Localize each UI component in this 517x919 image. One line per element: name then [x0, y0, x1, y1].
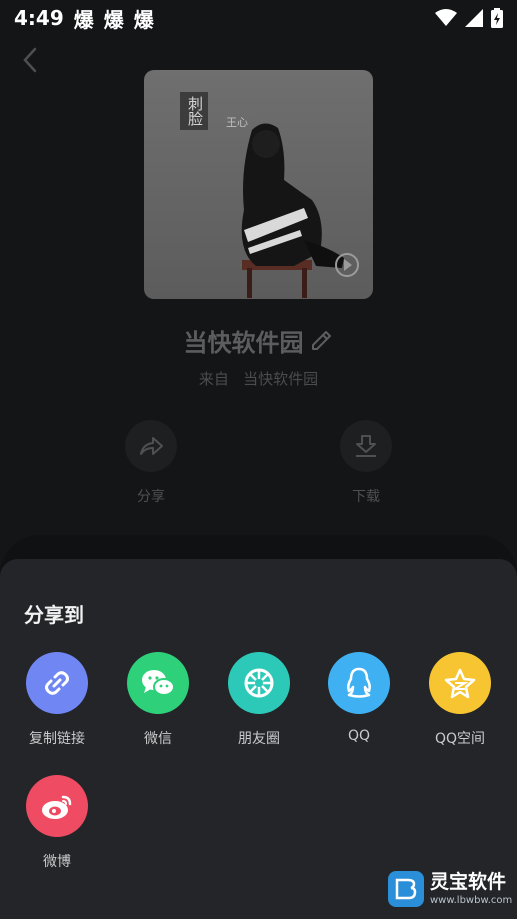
battery-icon — [491, 8, 503, 28]
play-icon[interactable] — [334, 252, 360, 278]
share-copy-link[interactable]: 复制链接 — [7, 652, 107, 748]
chevron-left-icon — [23, 47, 37, 73]
share-wechat-label: 微信 — [144, 731, 172, 747]
share-weibo-label: 微博 — [43, 854, 71, 870]
album-cover: 刺脸 王心 — [144, 70, 373, 299]
notification-icon: 爆 — [73, 7, 94, 32]
download-icon — [356, 435, 376, 457]
source-prefix: 来自 — [198, 370, 229, 388]
share-qzone-circle[interactable] — [429, 652, 491, 714]
edit-icon[interactable] — [310, 328, 334, 352]
watermark-name: 灵宝软件 — [430, 870, 507, 893]
share-action-circle[interactable] — [125, 420, 177, 472]
share-copy-link-label: 复制链接 — [29, 731, 85, 747]
share-wechat-circle[interactable] — [127, 652, 189, 714]
share-moments-label: 朋友圈 — [238, 731, 280, 747]
notification-icon: 爆 — [133, 7, 154, 32]
wifi-icon — [435, 9, 457, 26]
share-weibo-circle[interactable] — [26, 775, 88, 837]
song-title: 当快软件园 — [183, 328, 304, 357]
download-action-label: 下载 — [352, 489, 380, 505]
status-time: 4:49 — [14, 6, 64, 30]
weibo-icon — [42, 795, 72, 819]
share-qq-label: QQ — [347, 728, 371, 744]
song-title-row: 当快软件园 — [0, 322, 517, 358]
status-bar: 4:49 爆 爆 爆 — [0, 0, 517, 36]
share-wechat[interactable]: 微信 — [108, 652, 208, 748]
download-action-circle[interactable] — [340, 420, 392, 472]
link-icon — [45, 671, 69, 695]
share-qq[interactable]: QQ — [309, 652, 409, 744]
status-right — [435, 8, 503, 28]
share-action-label: 分享 — [137, 489, 165, 505]
share-qzone[interactable]: QQ空间 — [410, 652, 510, 748]
song-source: 来自 当快软件园 — [0, 368, 517, 389]
signal-icon — [465, 9, 483, 27]
share-sheet-title: 分享到 — [24, 603, 84, 627]
watermark-icon — [388, 871, 424, 907]
share-action[interactable]: 分享 — [111, 420, 191, 506]
qq-icon — [347, 667, 371, 698]
status-left: 4:49 爆 爆 爆 — [14, 4, 154, 33]
share-moments-circle[interactable] — [228, 652, 290, 714]
download-action[interactable]: 下载 — [326, 420, 406, 506]
share-sheet: 分享到 复制链接 微信 朋友圈 QQ QQ空间 微博 — [0, 559, 517, 919]
share-copy-link-circle[interactable] — [26, 652, 88, 714]
back-button[interactable] — [16, 46, 44, 74]
share-moments[interactable]: 朋友圈 — [209, 652, 309, 748]
watermark-url: www.lbwbw.com — [430, 894, 513, 906]
watermark-logo: 灵宝软件 www.lbwbw.com — [388, 868, 513, 910]
wechat-icon — [142, 670, 175, 696]
share-weibo[interactable]: 微博 — [7, 775, 107, 871]
moments-icon — [244, 668, 274, 698]
qzone-icon — [444, 668, 476, 699]
share-qq-circle[interactable] — [328, 652, 390, 714]
notification-icon: 爆 — [103, 7, 124, 32]
share-icon — [140, 437, 163, 455]
source-name: 当快软件园 — [243, 370, 319, 388]
share-qzone-label: QQ空间 — [434, 731, 486, 747]
